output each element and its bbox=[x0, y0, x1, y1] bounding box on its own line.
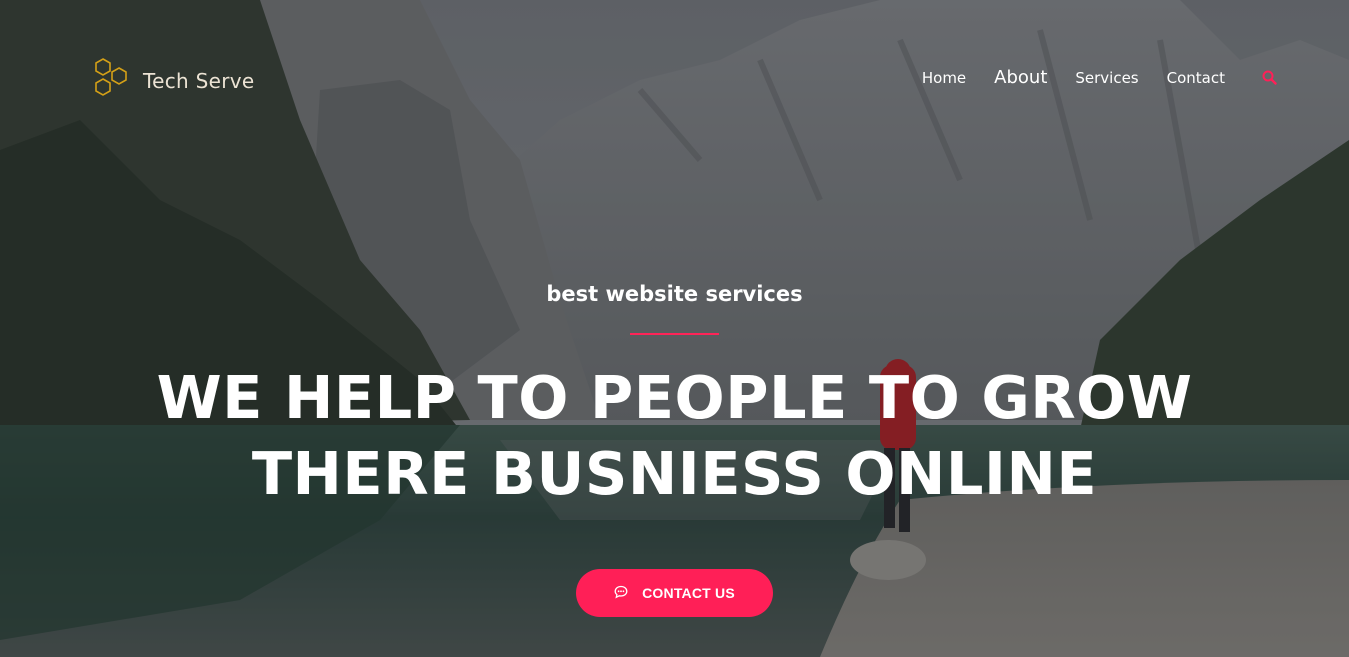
hero-subtitle: best website services bbox=[546, 282, 803, 306]
nav-link-services[interactable]: Services bbox=[1075, 66, 1138, 90]
contact-us-button[interactable]: CONTACT US bbox=[576, 569, 773, 617]
nav-link-home[interactable]: Home bbox=[922, 66, 966, 90]
hero-headline-line-2: THERE BUSNIESS ONLINE bbox=[251, 439, 1098, 508]
nav-link-about[interactable]: About bbox=[994, 66, 1047, 90]
search-icon[interactable] bbox=[1261, 69, 1279, 87]
nav-link-contact[interactable]: Contact bbox=[1167, 66, 1225, 90]
brand-name: Tech Serve bbox=[143, 68, 255, 93]
hexagon-logo-icon bbox=[93, 58, 133, 103]
chat-bubble-icon bbox=[614, 585, 628, 602]
contact-us-label: CONTACT US bbox=[642, 585, 735, 601]
brand-logo[interactable]: Tech Serve bbox=[93, 58, 255, 103]
main-nav: Home About Services Contact bbox=[894, 66, 1279, 90]
subtitle-divider bbox=[630, 333, 719, 335]
hero-section: Tech Serve Home About Services Contact b… bbox=[0, 0, 1349, 657]
hero-headline: WE HELP TO PEOPLE TO GROW THERE BUSNIESS… bbox=[0, 360, 1349, 512]
hero-headline-line-1: WE HELP TO PEOPLE TO GROW bbox=[156, 363, 1193, 432]
